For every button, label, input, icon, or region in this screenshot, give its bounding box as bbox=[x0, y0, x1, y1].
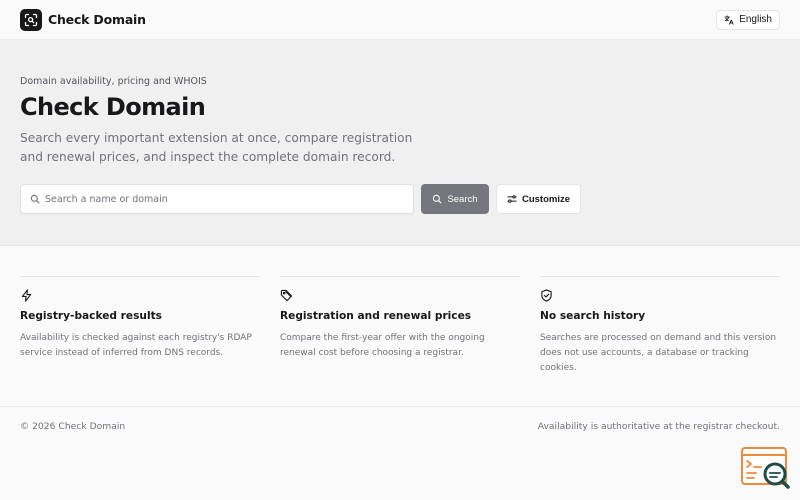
search-button-label: Search bbox=[447, 193, 478, 205]
feature-description: Availability is checked against each reg… bbox=[20, 333, 252, 358]
search-icon bbox=[433, 194, 442, 204]
language-selector-button[interactable]: English bbox=[716, 9, 780, 30]
brand[interactable]: Check Domain bbox=[20, 8, 146, 31]
code-search-icon bbox=[741, 447, 790, 489]
search-input[interactable] bbox=[45, 193, 404, 205]
feature-registry: Registry-backed results Availability is … bbox=[20, 276, 260, 406]
feature-title: Registry-backed results bbox=[20, 310, 162, 322]
brand-logo-icon bbox=[20, 8, 42, 31]
search-row: Search Customize bbox=[20, 184, 780, 214]
language-label: English bbox=[739, 14, 772, 25]
feature-privacy: No search history Searches are processed… bbox=[540, 276, 780, 406]
customize-button[interactable]: Customize bbox=[496, 184, 581, 214]
feature-prices: Registration and renewal prices Compare … bbox=[280, 276, 520, 406]
features-section: Registry-backed results Availability is … bbox=[0, 246, 800, 407]
hero-section: Domain availability, pricing and WHOIS C… bbox=[0, 40, 800, 246]
hero-subtitle: Search every important extension at once… bbox=[20, 131, 413, 164]
floating-search-widget[interactable] bbox=[740, 446, 792, 490]
page-title: Check Domain bbox=[20, 93, 206, 121]
feature-title: Registration and renewal prices bbox=[280, 310, 472, 322]
page: Check Domain English Domain availability… bbox=[0, 0, 800, 500]
shield-check-icon bbox=[541, 289, 552, 302]
top-bar: Check Domain English bbox=[0, 0, 800, 40]
search-icon bbox=[30, 194, 40, 204]
lightning-icon bbox=[21, 289, 32, 302]
footer-note: Availability is authoritative at the reg… bbox=[537, 421, 780, 432]
feature-description: Searches are processed on demand and thi… bbox=[540, 333, 777, 373]
feature-description: Compare the first-year offer with the on… bbox=[280, 333, 485, 358]
copyright-text: © 2026 Check Domain bbox=[20, 421, 126, 432]
sliders-icon bbox=[507, 195, 517, 203]
hero-eyebrow: Domain availability, pricing and WHOIS bbox=[20, 76, 207, 87]
feature-title: No search history bbox=[540, 310, 646, 322]
search-field[interactable] bbox=[20, 184, 414, 214]
customize-button-label: Customize bbox=[521, 193, 571, 205]
translate-icon bbox=[724, 14, 734, 25]
search-button[interactable]: Search bbox=[421, 184, 489, 214]
tag-icon bbox=[280, 289, 293, 302]
brand-name: Check Domain bbox=[48, 12, 146, 27]
footer: © 2026 Check Domain Availability is auth… bbox=[0, 407, 800, 432]
